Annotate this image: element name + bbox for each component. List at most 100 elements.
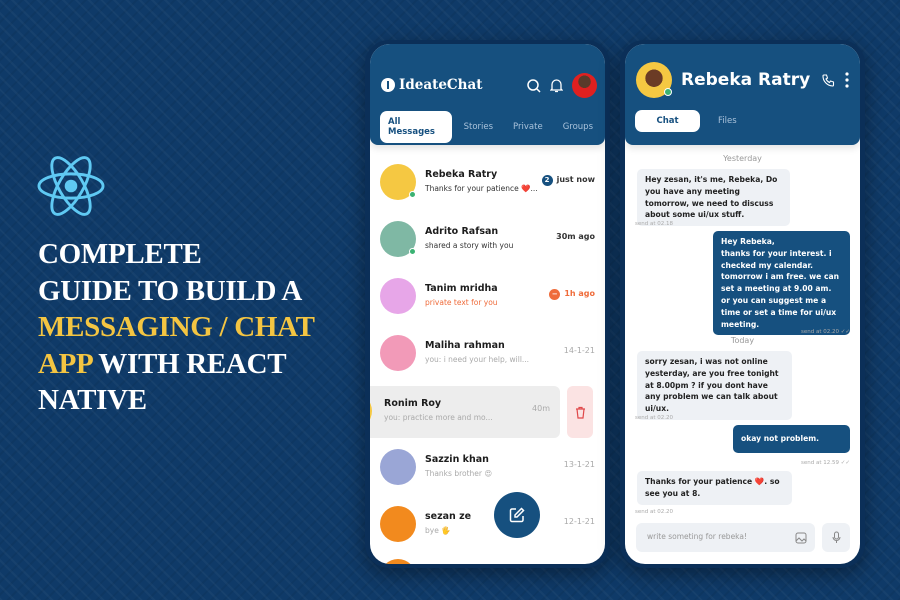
chat-time: 13-1-21 [564, 460, 595, 469]
contact-avatar [380, 335, 416, 371]
react-logo-icon [37, 156, 105, 216]
chat-name: Adrito Rafsan [425, 226, 499, 237]
message-timestamp: send at 02.20 [635, 415, 673, 421]
search-icon[interactable] [527, 79, 541, 93]
day-divider: Today [730, 336, 755, 345]
chat-time-text: 1h ago [564, 289, 595, 298]
chat-name: Maliha rahman [425, 340, 505, 351]
contact-avatar [380, 449, 416, 485]
chat-time-text: 40m [532, 404, 550, 413]
chat-name: Sazzin khan [425, 454, 489, 465]
message-timestamp: send at 02.20 [635, 509, 673, 515]
tab-groups[interactable]: Groups [555, 116, 601, 138]
chat-name: sezan ze [425, 511, 472, 522]
chat-preview: shared a story with you [425, 241, 514, 250]
chat-detail-screen: Rebeka Ratry Chat Files Yesterday Today … [625, 44, 860, 564]
chat-time-text: 30m ago [556, 232, 595, 241]
chat-time-text: just now [556, 175, 595, 184]
chat-preview: Thanks for your patience ❤️... [425, 184, 538, 193]
microphone-icon [832, 531, 840, 543]
message-timestamp: send at 02.20 ✓✓ [801, 329, 850, 335]
chat-time: −1h ago [549, 289, 595, 300]
chat-preview: bye 🖐 [425, 526, 451, 535]
voice-button[interactable] [822, 523, 850, 552]
headline-line: NATIVE [38, 384, 147, 416]
logo-icon [381, 78, 395, 92]
online-indicator [664, 88, 672, 96]
headline-text: WITH REACT [91, 347, 287, 380]
chat-tabs: Chat Files [635, 110, 749, 132]
contact-avatar[interactable] [636, 62, 672, 98]
edit-icon [509, 507, 525, 523]
phone-icon[interactable] [822, 74, 835, 87]
chat-list-item[interactable]: Maliha rahman you: i need your help, wil… [370, 328, 605, 378]
bell-icon[interactable] [550, 78, 563, 93]
headline-line: MESSAGING / CHAT [38, 311, 315, 343]
chat-preview: you: practice more and mo... [384, 413, 493, 422]
banner: COMPLETE GUIDE TO BUILD A MESSAGING / CH… [0, 0, 900, 600]
private-icon: − [549, 289, 561, 300]
tab-private[interactable]: Private [505, 116, 551, 138]
chat-list-item[interactable]: sezan ze bye 🖐 12-1-21 [370, 499, 605, 549]
more-options-icon[interactable] [845, 72, 849, 88]
chat-preview: private text for you [425, 298, 498, 307]
incoming-message[interactable]: Thanks for your patience ❤️. so see you … [637, 471, 792, 505]
chat-detail-phone: Rebeka Ratry Chat Files Yesterday Today … [620, 40, 865, 568]
chat-list-item[interactable]: Ronim Roy you: practice more and mo... 4… [370, 386, 560, 438]
headline: COMPLETE GUIDE TO BUILD A MESSAGING / CH… [38, 236, 315, 419]
headline-highlight: APP [38, 347, 92, 380]
contact-avatar [380, 506, 416, 542]
outgoing-message[interactable]: okay not problem. [733, 425, 850, 453]
incoming-message[interactable]: Hey zesan, it's me, Rebeka, Do you have … [637, 169, 790, 227]
delete-button[interactable] [567, 386, 593, 438]
tab-chat[interactable]: Chat [635, 110, 700, 132]
chat-time: 14-1-21 [564, 346, 595, 355]
headline-line: GUIDE TO BUILD A [38, 274, 303, 307]
contact-avatar [380, 221, 416, 257]
contact-name: Rebeka Ratry [681, 70, 811, 90]
chat-preview: Thanks brother 😍 [425, 469, 493, 478]
chat-list-item[interactable]: Rebeka Ratry Thanks for your patience ❤️… [370, 157, 605, 207]
outgoing-message[interactable]: Hey Rebeka, thanks for your interest. i … [713, 231, 850, 336]
chat-list-screen: IdeateChat All Messages Stories Private … [370, 44, 605, 564]
chat-list-item[interactable]: Sazzin khan Thanks brother 😍 13-1-21 [370, 442, 605, 492]
app-logo: IdeateChat [381, 77, 482, 93]
headline-line: APP WITH REACT [38, 346, 315, 383]
app-header: IdeateChat All Messages Stories Private … [370, 44, 605, 145]
chat-time: 40m [532, 404, 550, 413]
app-name: IdeateChat [399, 77, 483, 93]
chat-time: 30m ago [556, 232, 595, 241]
tab-stories[interactable]: Stories [456, 116, 501, 138]
incoming-message[interactable]: sorry zesan, i was not online yesterday,… [637, 351, 792, 420]
contact-avatar [370, 393, 372, 429]
contact-avatar [380, 164, 416, 200]
chat-name: Ronim Roy [384, 398, 442, 409]
compose-button[interactable] [494, 492, 540, 538]
chat-name: Tanim mridha [425, 283, 498, 294]
image-icon[interactable] [795, 532, 807, 544]
chat-time-text: 14-1-21 [563, 346, 595, 355]
chat-list-phone: IdeateChat All Messages Stories Private … [365, 40, 610, 568]
tab-files[interactable]: Files [710, 110, 745, 132]
tab-all-messages[interactable]: All Messages [380, 111, 452, 143]
contact-avatar [380, 278, 416, 314]
chat-list-item[interactable]: Adrito Rafsan shared a story with you 30… [370, 214, 605, 264]
chat-preview: you: i need your help, will... [425, 355, 530, 364]
unread-badge: 2 [541, 175, 553, 186]
message-timestamp: send at 12.59 ✓✓ [801, 460, 850, 466]
message-timestamp: send at 02.18 [635, 221, 673, 227]
online-indicator [409, 191, 416, 198]
list-tabs: All Messages Stories Private Groups [380, 111, 605, 143]
contact-avatar [380, 559, 416, 564]
trash-icon [575, 406, 585, 419]
chat-time: 2 just now [541, 175, 595, 186]
chat-header: Rebeka Ratry Chat Files [625, 44, 860, 145]
user-avatar[interactable] [572, 73, 597, 98]
chat-list-item[interactable]: Tanim mridha private text for you −1h ag… [370, 271, 605, 321]
message-input-placeholder: write someting for rebeka! [647, 532, 747, 541]
chat-name: Rebeka Ratry [425, 169, 498, 180]
message-input[interactable]: write someting for rebeka! [636, 523, 815, 552]
headline-line: COMPLETE [38, 238, 202, 270]
chat-time: 12-1-21 [564, 517, 595, 526]
chat-time-text: 12-1-21 [563, 517, 595, 526]
